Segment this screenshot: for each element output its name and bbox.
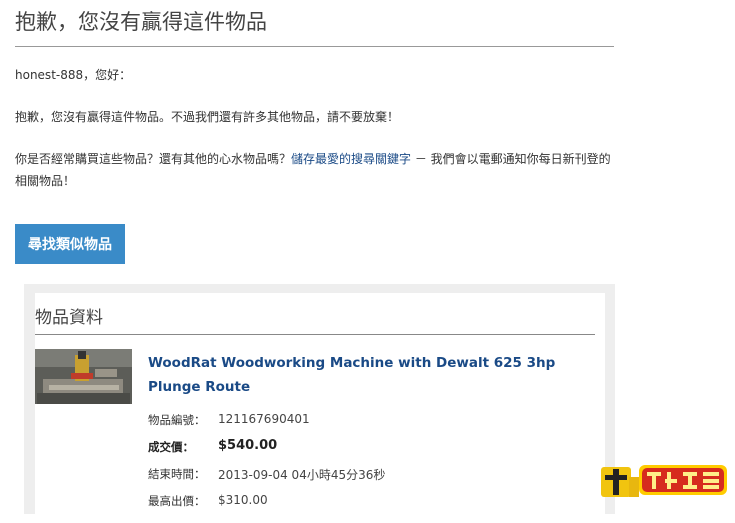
end-time-value: 2013-09-04 04小時45分36秒 [218, 468, 386, 482]
final-price-value: $540.00 [218, 438, 278, 453]
question-prefix: 你是否經常購買這些物品？還有其他的心水物品嗎？ [15, 152, 292, 166]
title-divider [15, 46, 614, 47]
item-info-divider [35, 334, 595, 335]
saved-search-prompt: 你是否經常購買這些物品？還有其他的心水物品嗎？儲存最愛的搜尋關鍵字 － 我們會以… [15, 148, 615, 192]
item-info-panel: 物品資料 WoodRat Woodworking Machine with De… [24, 284, 615, 523]
watermark-logo-icon [601, 465, 727, 497]
item-thumbnail[interactable] [35, 349, 132, 404]
end-time-label: 結束時間： [148, 467, 206, 481]
item-number-label: 物品編號： [148, 413, 206, 427]
save-search-link[interactable]: 儲存最愛的搜尋關鍵字 [291, 152, 411, 166]
sorry-message: 抱歉，您沒有贏得這件物品。不過我們還有許多其他物品，請不要放棄！ [15, 110, 400, 124]
item-title-link[interactable]: WoodRat Woodworking Machine with Dewalt … [148, 351, 588, 399]
greeting-text: honest-888，您好： [15, 68, 132, 82]
item-number-value: 121167690401 [218, 412, 310, 426]
find-similar-button[interactable]: 尋找類似物品 [15, 224, 125, 264]
final-price-label: 成交價： [148, 440, 194, 454]
item-info-card: 物品資料 WoodRat Woodworking Machine with De… [35, 293, 605, 523]
item-info-heading: 物品資料 [35, 308, 103, 328]
machine-photo-icon [35, 349, 132, 404]
page-title: 抱歉，您沒有贏得這件物品 [15, 10, 267, 34]
highest-bid-value: $310.00 [218, 493, 268, 507]
highest-bid-label: 最高出價： [148, 494, 206, 508]
